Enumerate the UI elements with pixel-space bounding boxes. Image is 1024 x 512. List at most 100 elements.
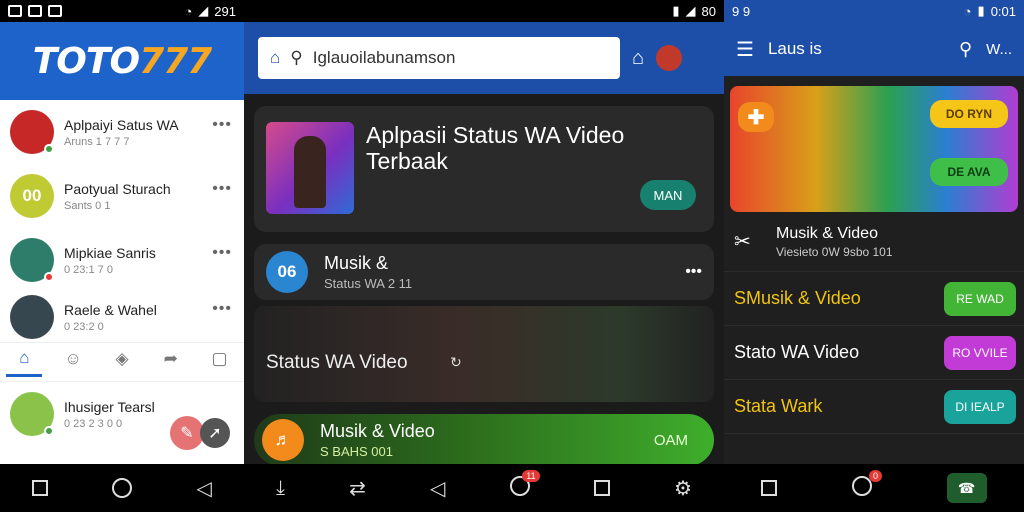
- home-icon[interactable]: ⌂: [632, 47, 644, 70]
- chat-subtitle: 0 23:1 7 0: [64, 263, 113, 276]
- row-label: Stato WA Video: [734, 342, 860, 362]
- hero-button[interactable]: MAN: [640, 180, 696, 210]
- share-icon[interactable]: ➦: [153, 349, 189, 375]
- hero-card[interactable]: Aplpasii Status WA Video Terbaak MAN: [254, 106, 714, 232]
- status-bar: ▮ ◢ 80: [244, 0, 724, 22]
- app-logo: TOTO777: [32, 40, 212, 82]
- search-header: ⌂ ⚲ Iglauoilabunamson ⌂: [244, 22, 724, 94]
- signal-icon: ◢: [198, 3, 209, 18]
- logo-number: 777: [139, 40, 212, 82]
- featured-subtitle: Viesieto 0W 9sbo 101: [776, 244, 893, 259]
- chat-name: Paotyual Sturach: [64, 180, 171, 197]
- bottom-tabs: ⌂ ☺ ◈ ➦ ▢: [0, 342, 244, 382]
- chat-name: Aplpaiyi Satus WA: [64, 116, 179, 133]
- row-label: Stata Wark: [734, 396, 823, 416]
- list-item[interactable]: 06 Musik & Status WA 2 11 •••: [254, 244, 714, 300]
- chat-item[interactable]: Mipkiae Sanris 0 23:1 7 0 •••: [0, 228, 244, 292]
- back-icon[interactable]: ◁: [197, 476, 212, 501]
- home-icon[interactable]: ⌂: [270, 48, 280, 68]
- hero-title: Aplpasii Status WA Video Terbaak: [366, 122, 625, 174]
- square-icon[interactable]: ▢: [202, 349, 238, 375]
- chat-item[interactable]: Aplpaiyi Satus WA Aruns 1 7 7 7 •••: [0, 100, 244, 164]
- status-bar: ◔ ◢ 291: [0, 0, 244, 22]
- notifications-icon[interactable]: 11: [509, 469, 540, 501]
- chat-item[interactable]: 00 Paotyual Sturach Sants 0 1 •••: [0, 164, 244, 228]
- more-icon[interactable]: •••: [212, 300, 232, 318]
- recents-icon[interactable]: [593, 480, 610, 496]
- item-icon: ♬: [262, 419, 304, 461]
- row-button[interactable]: RE WAD: [944, 281, 1016, 316]
- more-icon[interactable]: •••: [685, 263, 702, 281]
- list-row[interactable]: Stato WA Video RO VVILE: [724, 326, 1024, 380]
- blurred-section: Status WA Video ↻: [254, 306, 714, 402]
- app-bar-action[interactable]: W...: [986, 41, 1012, 58]
- chat-item[interactable]: Raele & Wahel 0 23:2 0 •••: [0, 292, 244, 342]
- item-badge: 06: [266, 251, 308, 293]
- more-icon[interactable]: •••: [212, 244, 232, 262]
- search-icon: ⚲: [290, 48, 303, 67]
- more-icon[interactable]: •••: [212, 116, 232, 134]
- status-time: 0:01: [990, 3, 1016, 19]
- promo-banner[interactable]: ✚ DO RYN DE AVA: [730, 86, 1018, 212]
- item-title: Musik & Video: [320, 421, 435, 441]
- search-icon[interactable]: ⚲: [959, 39, 972, 60]
- signal-icon: ◢: [685, 3, 696, 18]
- list-item-highlighted[interactable]: ♬ Musik & Video S BAHS 001 OAM: [254, 414, 714, 466]
- wifi-icon: ◔: [963, 3, 972, 19]
- banner-button-top[interactable]: DO RYN: [930, 100, 1008, 128]
- banner-button-bottom[interactable]: DE AVA: [930, 158, 1008, 186]
- item-action-button[interactable]: OAM: [654, 432, 688, 449]
- search-input[interactable]: Iglauoilabunamson: [313, 48, 456, 68]
- shield-icon[interactable]: ◈: [104, 349, 140, 375]
- send-fab[interactable]: ➚: [200, 418, 230, 448]
- system-nav-bar: 0 ☎: [724, 464, 1024, 512]
- chat-icon[interactable]: ☎: [946, 473, 987, 503]
- row-label: SMusik & Video: [734, 288, 861, 308]
- list-row[interactable]: Stata Wark DI IEALP: [724, 380, 1024, 434]
- avatar: [10, 238, 54, 282]
- featured-item[interactable]: ✂ Musik & Video Viesieto 0W 9sbo 101: [724, 212, 1024, 272]
- settings-icon[interactable]: ⚙: [674, 476, 692, 501]
- chat-subtitle: Aruns 1 7 7 7: [64, 135, 130, 148]
- logo-text: TOTO: [32, 40, 140, 82]
- item-subtitle: Status WA 2 11: [324, 276, 413, 291]
- section-label: Status WA Video: [266, 352, 408, 373]
- download-icon[interactable]: ⤓: [276, 477, 285, 500]
- battery-icon: ▮: [977, 3, 985, 18]
- status-time: 80: [701, 3, 716, 19]
- compose-fab[interactable]: ✎: [170, 416, 204, 450]
- menu-icon[interactable]: ☰: [736, 37, 754, 62]
- more-icon[interactable]: •••: [212, 180, 232, 198]
- app-bar-title: Laus is: [767, 39, 822, 58]
- chat-subtitle: 0 23:2 0: [64, 320, 104, 333]
- refresh-icon[interactable]: ↻: [450, 354, 462, 371]
- notifications-icon[interactable]: 0: [851, 469, 882, 501]
- app-bar: ☰ Laus is ⚲ W...: [724, 22, 1024, 76]
- search-bar[interactable]: ⌂ ⚲ Iglauoilabunamson: [258, 37, 620, 79]
- status-left: 9 9: [732, 3, 751, 19]
- recents-icon[interactable]: [761, 480, 778, 496]
- battery-icon: ▮: [672, 3, 680, 18]
- home-icon[interactable]: ⌂: [6, 348, 43, 377]
- contacts-icon[interactable]: ☺: [55, 349, 91, 375]
- featured-title: Musik & Video: [776, 224, 878, 242]
- avatar: [10, 110, 54, 154]
- wifi-icon: ◔: [184, 3, 193, 19]
- row-button[interactable]: RO VVILE: [944, 335, 1016, 370]
- play-icon[interactable]: ✚: [738, 102, 774, 132]
- item-title: Musik &: [324, 253, 389, 273]
- share-icon[interactable]: ⇄: [349, 476, 366, 501]
- avatar: [10, 392, 54, 436]
- status-bar: 9 9 ◔ ▮ 0:01: [724, 0, 1024, 22]
- recents-icon[interactable]: [32, 480, 49, 496]
- screen-video-list: ▮ ◢ 80 ⌂ ⚲ Iglauoilabunamson ⌂ Aplpasii …: [244, 0, 724, 512]
- row-button[interactable]: DI IEALP: [944, 389, 1016, 424]
- screen-music-video: 9 9 ◔ ▮ 0:01 ☰ Laus is ⚲ W... ✚ DO RYN D…: [724, 0, 1024, 512]
- home-nav-icon[interactable]: [112, 478, 133, 498]
- screen-chat-list: ◔ ◢ 291 TOTO777 Aplpaiyi Satus WA Aruns …: [0, 0, 244, 512]
- online-dot: [44, 426, 54, 436]
- profile-icon[interactable]: [656, 45, 683, 71]
- list-row[interactable]: SMusik & Video RE WAD: [724, 272, 1024, 326]
- notification-badge: 11: [522, 469, 540, 482]
- back-icon[interactable]: ◁: [430, 476, 445, 501]
